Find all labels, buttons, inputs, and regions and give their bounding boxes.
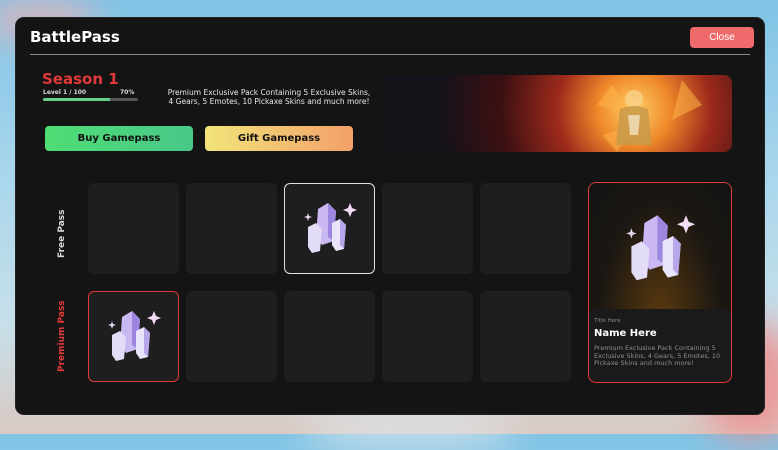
buy-gamepass-button[interactable]: Buy Gamepass xyxy=(45,126,193,151)
crystal-icon xyxy=(303,202,357,253)
premium-pass-label: Premium Pass xyxy=(57,300,67,372)
crystal-icon xyxy=(626,214,696,280)
season-banner-image xyxy=(382,75,732,152)
battlepass-panel: BattlePass Close Season 1 Level 1 / 100 … xyxy=(16,18,764,414)
free-pass-label: Free Pass xyxy=(57,209,67,259)
free-pass-slot[interactable] xyxy=(186,183,277,274)
crystal-icon xyxy=(107,310,161,361)
season-title: Season 1 xyxy=(42,70,119,88)
progress-percent: 70% xyxy=(120,89,135,96)
close-button[interactable]: Close xyxy=(690,27,754,48)
premium-pass-slot[interactable] xyxy=(480,291,571,382)
level-progress-fill xyxy=(43,98,110,101)
reward-description: Premium Exclusive Pack Containing 5 Excl… xyxy=(594,344,721,367)
level-progress-bar xyxy=(43,98,138,101)
premium-pass-slot-highlighted[interactable] xyxy=(88,291,179,382)
reward-preview-image xyxy=(589,183,731,309)
premium-pass-slot[interactable] xyxy=(186,291,277,382)
gift-gamepass-button[interactable]: Gift Gamepass xyxy=(205,126,353,151)
reward-detail-card: Title Here Name Here Premium Exclusive P… xyxy=(588,182,732,383)
banner-art xyxy=(597,80,702,152)
header-divider xyxy=(30,54,750,55)
pack-description: Premium Exclusive Pack Containing 5 Excl… xyxy=(167,88,371,106)
premium-pass-slot[interactable] xyxy=(284,291,375,382)
level-text: Level 1 / 100 xyxy=(43,89,87,96)
premium-pass-slot[interactable] xyxy=(382,291,473,382)
free-pass-slot[interactable] xyxy=(88,183,179,274)
window-title: BattlePass xyxy=(30,28,120,46)
background-blob xyxy=(300,410,520,450)
free-pass-slot-selected[interactable] xyxy=(284,183,375,274)
free-pass-slot[interactable] xyxy=(480,183,571,274)
reward-name: Name Here xyxy=(594,328,657,339)
reward-title-label: Title Here xyxy=(594,318,621,324)
free-pass-slot[interactable] xyxy=(382,183,473,274)
